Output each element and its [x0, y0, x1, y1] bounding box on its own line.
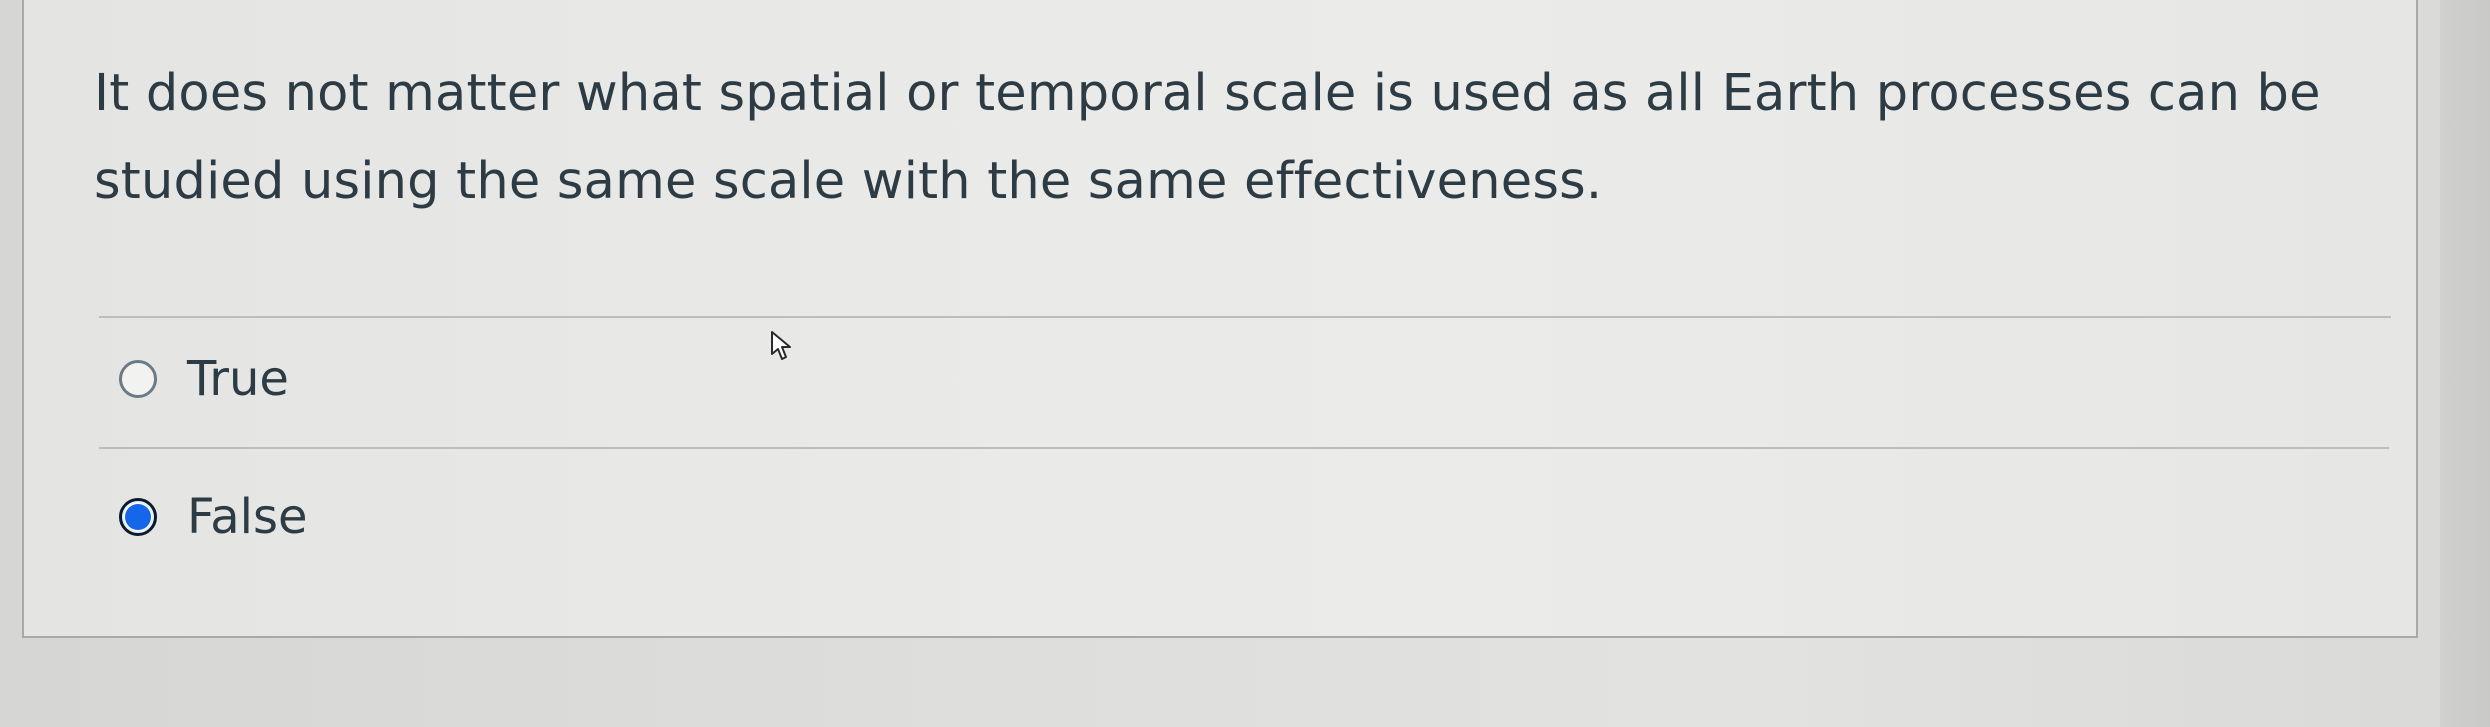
- radio-true[interactable]: [119, 360, 157, 398]
- option-false-label: False: [187, 489, 308, 545]
- option-false[interactable]: False: [119, 482, 308, 552]
- divider-top: [99, 316, 2391, 318]
- option-true-label: True: [187, 351, 289, 407]
- question-text: It does not matter what spatial or tempo…: [94, 64, 2321, 211]
- radio-false-selected[interactable]: [119, 498, 157, 536]
- mouse-pointer-icon: [771, 331, 791, 360]
- question-card: It does not matter what spatial or tempo…: [22, 0, 2418, 638]
- background-edge: [2440, 0, 2490, 727]
- option-true[interactable]: True: [119, 344, 289, 414]
- divider-middle: [99, 447, 2389, 449]
